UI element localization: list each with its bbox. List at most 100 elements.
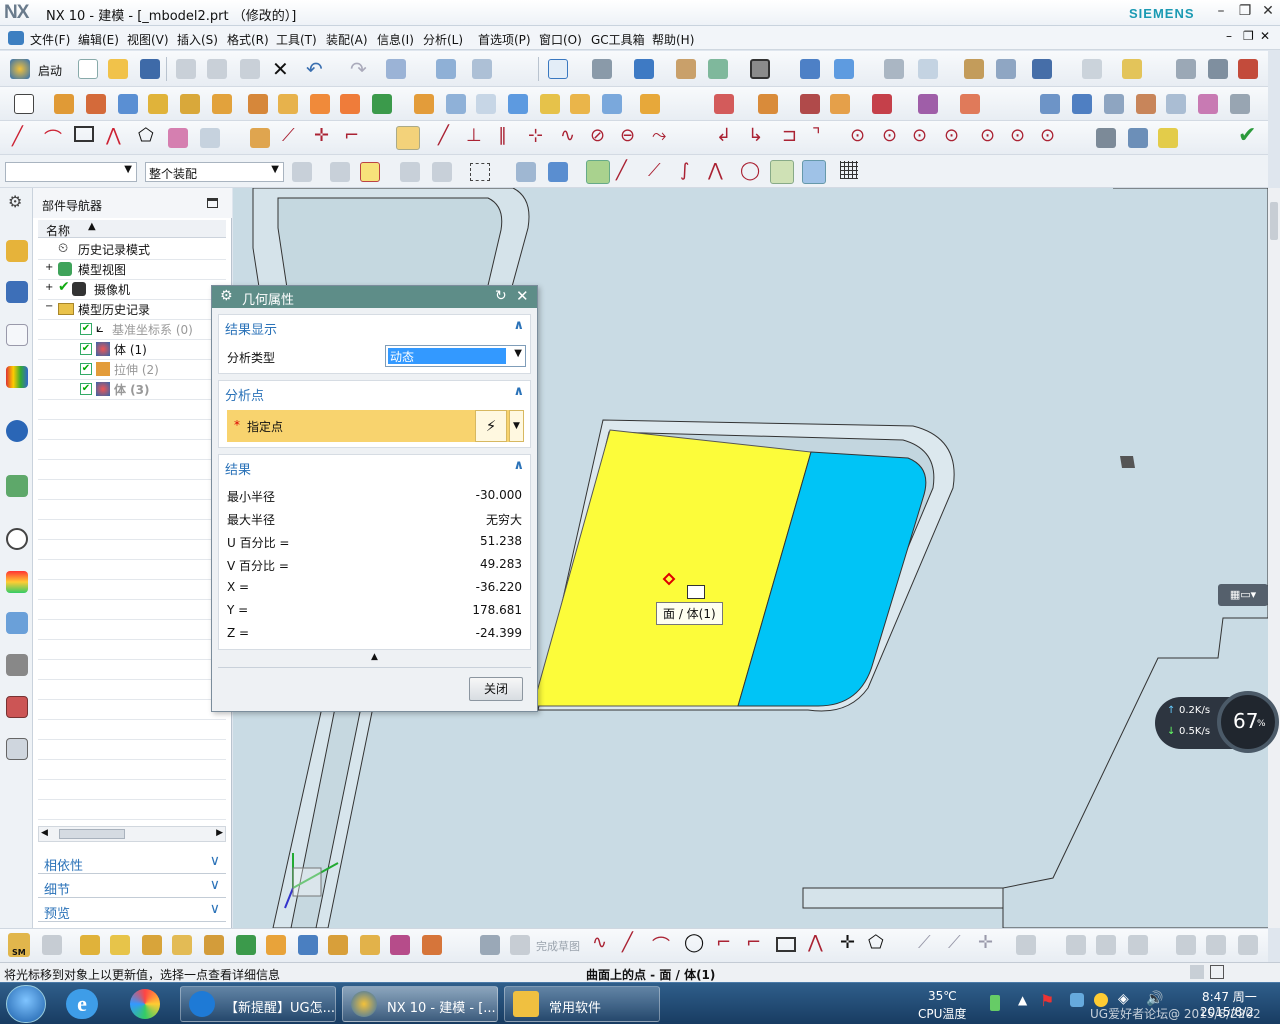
close-window-button[interactable]: ✕ [1257,3,1279,21]
menu-gc-toolbox[interactable]: GC工具箱 [591,31,645,48]
menu-minimize-icon[interactable]: – [1226,29,1232,43]
redo-icon[interactable]: ↷ [350,57,367,81]
menu-insert[interactable]: 插入(S) [177,31,218,48]
sheet-metal-prefs-icon[interactable] [42,935,62,955]
bend-icon[interactable] [204,935,224,955]
array-icon[interactable] [310,94,330,114]
system-scene-icon[interactable] [6,738,28,760]
menu-close-icon[interactable]: ✕ [1260,29,1270,43]
menu-edit[interactable]: 编辑(E) [78,31,119,48]
keyboard-widget-icon[interactable]: ▦▭▾ [1218,584,1268,606]
pattern-icon[interactable] [278,94,298,114]
offset-face-icon[interactable] [180,94,200,114]
fit-view-icon[interactable] [548,59,568,79]
grid-snap-icon[interactable] [1082,59,1102,79]
fillet-icon[interactable]: ⌐ [344,125,359,146]
close-button[interactable]: 关闭 [469,677,523,701]
expand-icon[interactable]: + [45,262,53,273]
fillet-tool-icon[interactable]: ⌐ [716,932,731,953]
delete-icon[interactable]: ✕ [272,57,289,81]
show-constraints-icon[interactable] [1238,935,1258,955]
new-file-icon[interactable] [78,59,98,79]
analysis-type-select[interactable]: 动态 ▼ [385,345,526,367]
corner-tool-icon[interactable]: ✛ [978,932,993,953]
pinned-app-icon[interactable] [130,989,160,1019]
collapse-icon[interactable]: − [45,301,53,312]
block-icon[interactable] [118,94,138,114]
finish-sketch-icon[interactable] [510,935,530,955]
column-header[interactable]: 名称 ▲ [38,220,226,238]
visibility-checkbox[interactable]: ✔ [80,343,92,355]
section-title[interactable]: 结果 [225,459,251,478]
spring-icon[interactable] [1128,128,1148,148]
assembly-navigator-icon[interactable] [6,240,28,262]
menu-help[interactable]: 帮助(H) [652,31,694,48]
select-feature-icon[interactable] [386,59,406,79]
specify-point-row[interactable]: * 指定点 ⚡ ▼ [227,410,524,442]
check-icon[interactable]: ✔ [1238,123,1256,148]
menu-file[interactable]: 文件(F) [30,31,70,48]
paste-icon[interactable] [240,59,260,79]
parallel-icon[interactable]: ∥ [498,125,507,146]
constraint-line-icon[interactable]: ╱ [438,125,449,146]
roles-icon[interactable] [6,654,28,676]
tree-row[interactable]: ✔ 体 (1) [38,339,226,359]
info-icon[interactable] [6,420,28,442]
taskbar-item-browser[interactable]: 【新提醒】UG怎... [180,986,336,1022]
delete-face-icon[interactable] [800,94,820,114]
battery-icon[interactable] [990,995,1000,1011]
menu-preferences[interactable]: 首选项(P) [478,31,531,48]
tray-network-icon[interactable] [1070,993,1084,1007]
reset-icon[interactable]: ↻ [495,288,507,304]
dimension-tool-icon[interactable] [1128,935,1148,955]
restore-button[interactable]: ❐ [1234,3,1256,21]
tree-row[interactable]: ✔ 拉伸 (2) [38,359,226,379]
tag-icon[interactable] [1238,59,1258,79]
visibility-checkbox[interactable]: ✔ [80,383,92,395]
through-curves-icon[interactable] [1040,94,1060,114]
undo-icon[interactable]: ↶ [306,57,323,81]
synchronous-icon[interactable] [918,94,938,114]
polyline-icon[interactable]: ⋀ [106,125,121,146]
constraint-navigator-icon[interactable] [6,281,28,303]
reuse-library-icon[interactable] [6,366,28,388]
ie-browser-icon[interactable]: e [66,989,98,1019]
revolve-icon[interactable] [86,94,106,114]
end-point-icon[interactable]: ⊙ [1010,125,1025,146]
pattern-tool-icon[interactable] [1066,935,1086,955]
cut-icon[interactable] [176,59,196,79]
point-type-dropdown-icon[interactable]: ▼ [509,410,524,442]
arc-icon[interactable]: ⌒ [44,125,62,151]
angle-icon[interactable]: ⌝ [812,125,820,146]
constraint-tool-icon[interactable] [1176,935,1196,955]
equal-icon[interactable]: ⤳ [652,125,666,146]
offset-region-icon[interactable] [872,94,892,114]
process-studio-icon[interactable] [6,612,28,634]
quadrant-icon[interactable]: ⊙ [912,125,927,146]
datum-icon[interactable] [248,94,268,114]
contour-flange-icon[interactable] [142,935,162,955]
start-button[interactable]: 启动 [38,62,62,79]
tree-row[interactable]: ✔ ⟀ 基准坐标系 (0) [38,319,226,339]
sketch-task-icon[interactable] [480,935,500,955]
snap-face-icon[interactable] [802,160,826,184]
background-icon[interactable] [676,59,696,79]
lofted-flange-icon[interactable] [172,935,192,955]
settings-gear-icon[interactable]: ⚙ [8,192,22,211]
flange-icon[interactable] [110,935,130,955]
perpendicular-icon[interactable]: ⊥ [466,125,482,146]
assembly-icon[interactable] [996,59,1016,79]
arc-center-icon[interactable]: ⊙ [882,125,897,146]
snap-midpoint-icon[interactable]: ⟋ [648,160,661,181]
horizontal-scrollbar[interactable]: ◀ ▶ [38,826,226,842]
tree-row[interactable]: ✔ 体 (3) [38,379,226,399]
taskbar-item-nx[interactable]: NX 10 - 建模 - [... [342,986,498,1022]
point-tool-icon[interactable]: ✛ [840,932,855,953]
quick-trim-icon[interactable] [250,128,270,148]
hole-icon[interactable] [570,94,590,114]
wcs-icon[interactable] [834,59,854,79]
layer-icon[interactable] [750,59,770,79]
point-on-curve-icon[interactable]: ∿ [560,125,575,146]
cylinder-icon[interactable] [1096,128,1116,148]
snap-curve-icon[interactable]: ∫ [680,160,689,181]
